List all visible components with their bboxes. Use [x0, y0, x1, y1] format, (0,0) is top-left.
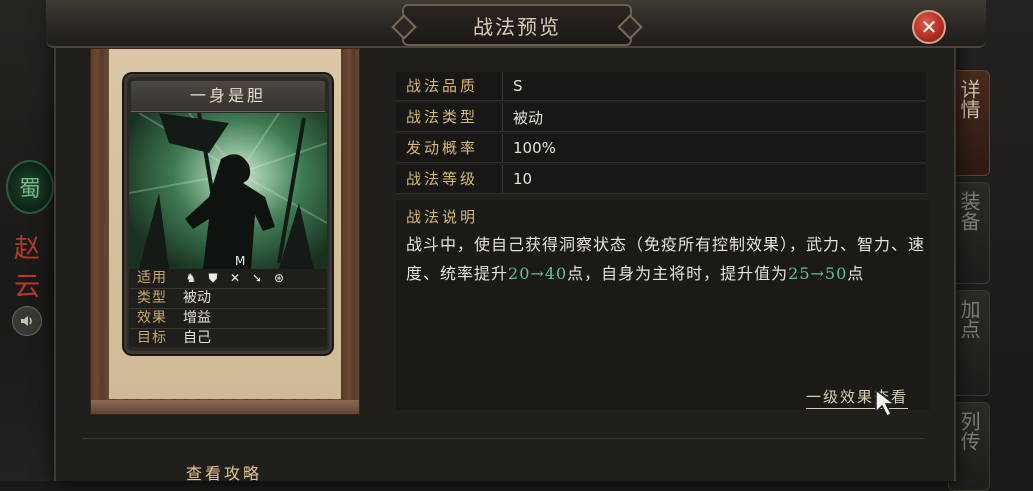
faction-badge: 蜀 [6, 160, 54, 214]
divider [82, 438, 924, 439]
info-key: 效果 [137, 310, 167, 326]
info-key: 适用 [137, 270, 167, 286]
info-value: 增益 [183, 310, 211, 326]
svg-text:M: M [235, 254, 245, 268]
info-value: 自己 [183, 330, 211, 346]
speaker-icon[interactable] [12, 306, 42, 336]
info-value: 被动 [183, 290, 211, 306]
faction-label: 蜀 [18, 177, 41, 202]
skill-card-art: M [129, 113, 327, 269]
prop-key: 战法等级 [396, 165, 503, 193]
tab-details-label: 详情 [957, 79, 981, 119]
tab-points-label: 加点 [957, 299, 981, 339]
chariot-icon: ⊛ [273, 271, 285, 285]
skill-card-info: 适用 ♞ ⛊ ✕ ➘ ⊛ 类型 被动 效果 增益 目标 自己 [129, 269, 327, 347]
tab-equipment-label: 装备 [957, 191, 981, 231]
prop-value: 100% [513, 139, 556, 157]
skill-card: 一身是胆 M 适用 ♞ ⛊ ✕ ➘ ⊛ 类型 被动 效果 增益 目标 自己 [124, 74, 332, 354]
info-row-type: 类型 被动 [129, 289, 327, 309]
cavalry-icon: ♞ [185, 271, 197, 285]
description-highlight: 20→40 [508, 264, 568, 283]
spear-icon: ➘ [251, 271, 263, 285]
skill-description-box: 战法说明 战斗中，使自己获得洞察状态（免疫所有控制效果），武力、智力、速度、统率… [396, 200, 930, 410]
tab-biography-label: 列传 [957, 411, 981, 451]
mouse-cursor-icon [875, 388, 897, 418]
dialog-title: 战法预览 [473, 14, 561, 39]
description-part: 点 [847, 264, 865, 283]
prop-key: 战法品质 [396, 72, 503, 100]
prop-row-level: 战法等级 10 [396, 165, 926, 194]
prop-value: 被动 [513, 108, 544, 127]
bow-icon: ✕ [229, 271, 241, 285]
shield-icon: ⛊ [208, 271, 218, 285]
prop-value: 10 [513, 170, 533, 188]
info-key: 类型 [137, 290, 167, 306]
prop-value: S [513, 77, 523, 95]
applicable-troops: ♞ ⛊ ✕ ➘ ⊛ [175, 269, 327, 288]
description-highlight: 25→50 [788, 264, 848, 283]
info-row-effect: 效果 增益 [129, 309, 327, 329]
description-heading: 战法说明 [406, 208, 479, 226]
prop-key: 发动概率 [396, 134, 503, 162]
info-key: 目标 [137, 330, 167, 346]
description-part: 点，自身为主将时，提升值为 [567, 264, 789, 283]
view-guide-link[interactable]: 查看攻略 [186, 460, 262, 484]
prop-row-quality: 战法品质 S [396, 72, 926, 101]
dialog-title-plate: 战法预览 [391, 4, 643, 46]
skill-card-name: 一身是胆 [131, 81, 325, 112]
prop-row-type: 战法类型 被动 [396, 103, 926, 132]
prop-row-probability: 发动概率 100% [396, 134, 926, 163]
scroll-bottom [91, 400, 359, 414]
description-text: 战斗中，使自己获得洞察状态（免疫所有控制效果），武力、智力、速度、统率提升20→… [406, 230, 926, 288]
close-icon[interactable]: ✕ [912, 10, 946, 44]
hero-name: 赵云 [13, 234, 40, 302]
info-row-target: 目标 自己 [129, 329, 327, 348]
info-row-applicable: 适用 ♞ ⛊ ✕ ➘ ⊛ [129, 269, 327, 289]
prop-key: 战法类型 [396, 103, 503, 131]
